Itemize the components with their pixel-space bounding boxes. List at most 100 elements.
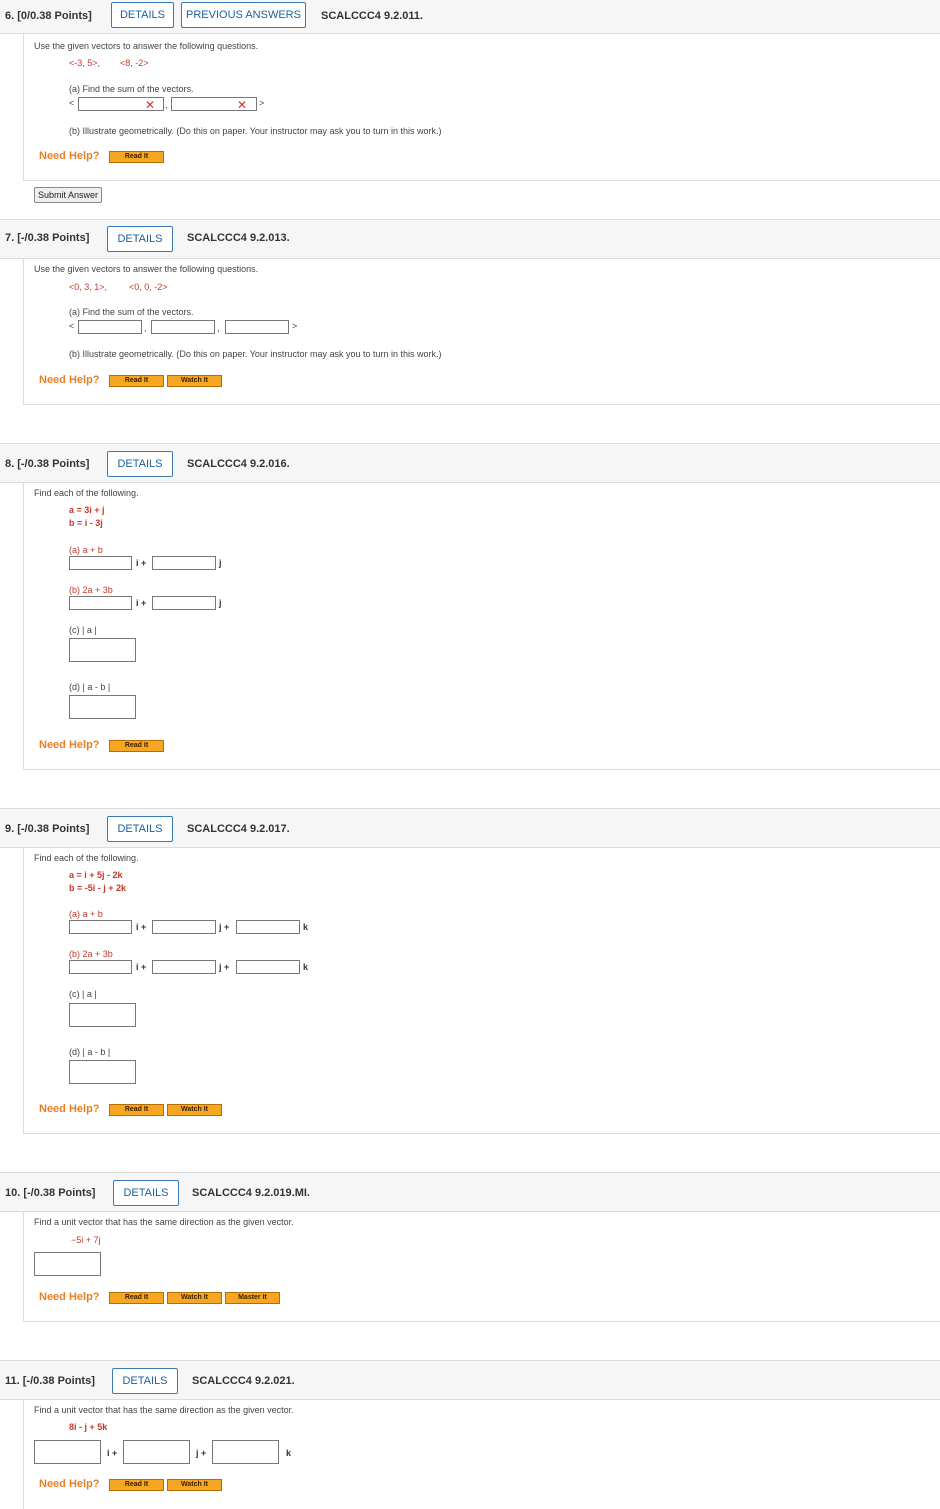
vector-b: b = -5i - j + 2k <box>69 883 127 893</box>
details-button[interactable]: DETAILS <box>113 1180 179 1206</box>
question-points: 9. [-/0.38 Points] <box>5 823 90 835</box>
part-a-k-input[interactable] <box>236 920 300 934</box>
question-8: 8. [-/0.38 Points] DETAILS SCALCCC4 9.2.… <box>0 443 940 770</box>
watch-it-button[interactable]: Watch It <box>167 1479 222 1491</box>
part-b-label: (b) 2a + 3b <box>69 949 113 959</box>
read-it-button[interactable]: Read It <box>109 1292 164 1304</box>
watch-it-button[interactable]: Watch It <box>167 1292 222 1304</box>
watch-it-button[interactable]: Watch It <box>167 1104 222 1116</box>
i-plus-label: i + <box>136 598 147 608</box>
k-label: k <box>303 962 309 972</box>
question-header: 10. [-/0.38 Points] DETAILS SCALCCC4 9.2… <box>0 1172 940 1212</box>
question-header: 11. [-/0.38 Points] DETAILS SCALCCC4 9.2… <box>0 1360 940 1400</box>
j-plus-label: j + <box>219 962 230 972</box>
part-b-i-input[interactable] <box>69 960 132 974</box>
part-a-label: (a) Find the sum of the vectors. <box>69 84 194 94</box>
close-bracket: > <box>292 321 298 331</box>
part-d-label: (d) | a - b | <box>69 682 111 692</box>
part-c-input[interactable] <box>69 1003 136 1027</box>
unit-j-input[interactable] <box>123 1440 190 1464</box>
vector-a: a = 3i + j <box>69 505 105 515</box>
details-button[interactable]: DETAILS <box>111 2 174 28</box>
details-button[interactable]: DETAILS <box>107 816 173 842</box>
previous-answers-button[interactable]: PREVIOUS ANSWERS <box>181 2 306 28</box>
need-help-label: Need Help? <box>39 1103 100 1115</box>
question-9: 9. [-/0.38 Points] DETAILS SCALCCC4 9.2.… <box>0 808 940 1134</box>
k-label: k <box>286 1448 292 1458</box>
part-a-label: (a) Find the sum of the vectors. <box>69 307 194 317</box>
j-label: j <box>219 558 222 568</box>
i-plus-label: i + <box>136 922 147 932</box>
part-a-label: (a) a + b <box>69 909 103 919</box>
question-header: 8. [-/0.38 Points] DETAILS SCALCCC4 9.2.… <box>0 443 940 483</box>
x-mark-icon: ✕ <box>237 98 248 112</box>
read-it-button[interactable]: Read It <box>109 1104 164 1116</box>
part-b-label: (b) Illustrate geometrically. (Do this o… <box>69 126 442 136</box>
question-points: 6. [0/0.38 Points] <box>5 10 92 22</box>
watch-it-button[interactable]: Watch It <box>167 375 222 387</box>
sum-y-input[interactable] <box>151 320 215 334</box>
k-label: k <box>303 922 309 932</box>
question-code: SCALCCC4 9.2.019.MI. <box>192 1187 310 1199</box>
comma: , <box>165 100 168 110</box>
details-button[interactable]: DETAILS <box>107 226 173 252</box>
open-bracket: < <box>69 321 75 331</box>
given-vector: −5i + 7j <box>71 1235 101 1245</box>
unit-i-input[interactable] <box>34 1440 101 1464</box>
part-b-j-input[interactable] <box>152 960 216 974</box>
vector-b: b = i - 3j <box>69 518 103 528</box>
question-code: SCALCCC4 9.2.016. <box>187 458 290 470</box>
read-it-button[interactable]: Read It <box>109 151 164 163</box>
question-11: 11. [-/0.38 Points] DETAILS SCALCCC4 9.2… <box>0 1360 940 1509</box>
unit-k-input[interactable] <box>212 1440 279 1464</box>
j-plus-label: j + <box>219 922 230 932</box>
i-plus-label: i + <box>136 962 147 972</box>
details-button[interactable]: DETAILS <box>107 451 173 477</box>
part-c-label: (c) | a | <box>69 625 97 635</box>
part-a-j-input[interactable] <box>152 556 216 570</box>
question-points: 11. [-/0.38 Points] <box>5 1375 95 1387</box>
instructions: Find each of the following. <box>34 853 139 863</box>
part-a-i-input[interactable] <box>69 920 132 934</box>
read-it-button[interactable]: Read It <box>109 1479 164 1491</box>
read-it-button[interactable]: Read It <box>109 740 164 752</box>
x-mark-icon: ✕ <box>145 98 156 112</box>
question-points: 7. [-/0.38 Points] <box>5 232 90 244</box>
read-it-button[interactable]: Read It <box>109 375 164 387</box>
given-vector: 8i - j + 5k <box>69 1422 108 1432</box>
part-d-input[interactable] <box>69 695 136 719</box>
part-d-input[interactable] <box>69 1060 136 1084</box>
instructions: Use the given vectors to answer the foll… <box>34 264 259 274</box>
master-it-button[interactable]: Master It <box>225 1292 280 1304</box>
part-a-j-input[interactable] <box>152 920 216 934</box>
part-b-i-input[interactable] <box>69 596 132 610</box>
details-button[interactable]: DETAILS <box>112 1368 178 1394</box>
need-help-label: Need Help? <box>39 1478 100 1490</box>
need-help-label: Need Help? <box>39 150 100 162</box>
question-code: SCALCCC4 9.2.013. <box>187 232 290 244</box>
instructions: Use the given vectors to answer the foll… <box>34 41 259 51</box>
vector-1: <-3, 5>, <box>69 58 101 68</box>
part-a-i-input[interactable] <box>69 556 132 570</box>
part-b-j-input[interactable] <box>152 596 216 610</box>
question-body: Find each of the following. a = 3i + j b… <box>23 483 940 770</box>
part-c-input[interactable] <box>69 638 136 662</box>
question-body: Find a unit vector that has the same dir… <box>23 1212 940 1322</box>
question-header: 9. [-/0.38 Points] DETAILS SCALCCC4 9.2.… <box>0 808 940 848</box>
submit-answer-button[interactable]: Submit Answer <box>34 187 103 203</box>
instructions: Find a unit vector that has the same dir… <box>34 1217 294 1227</box>
instructions: Find each of the following. <box>34 488 139 498</box>
instructions: Find a unit vector that has the same dir… <box>34 1405 294 1415</box>
question-7: 7. [-/0.38 Points] DETAILS SCALCCC4 9.2.… <box>0 219 940 405</box>
divider <box>24 180 940 181</box>
question-body: Use the given vectors to answer the foll… <box>23 259 940 405</box>
part-b-k-input[interactable] <box>236 960 300 974</box>
unit-vector-input[interactable] <box>34 1252 101 1276</box>
comma: , <box>217 323 220 333</box>
sum-z-input[interactable] <box>225 320 289 334</box>
part-a-label: (a) a + b <box>69 545 103 555</box>
vector-a: a = i + 5j - 2k <box>69 870 123 880</box>
question-code: SCALCCC4 9.2.011. <box>321 10 424 22</box>
question-header: 6. [0/0.38 Points] DETAILS PREVIOUS ANSW… <box>0 0 940 34</box>
sum-x-input[interactable] <box>78 320 142 334</box>
